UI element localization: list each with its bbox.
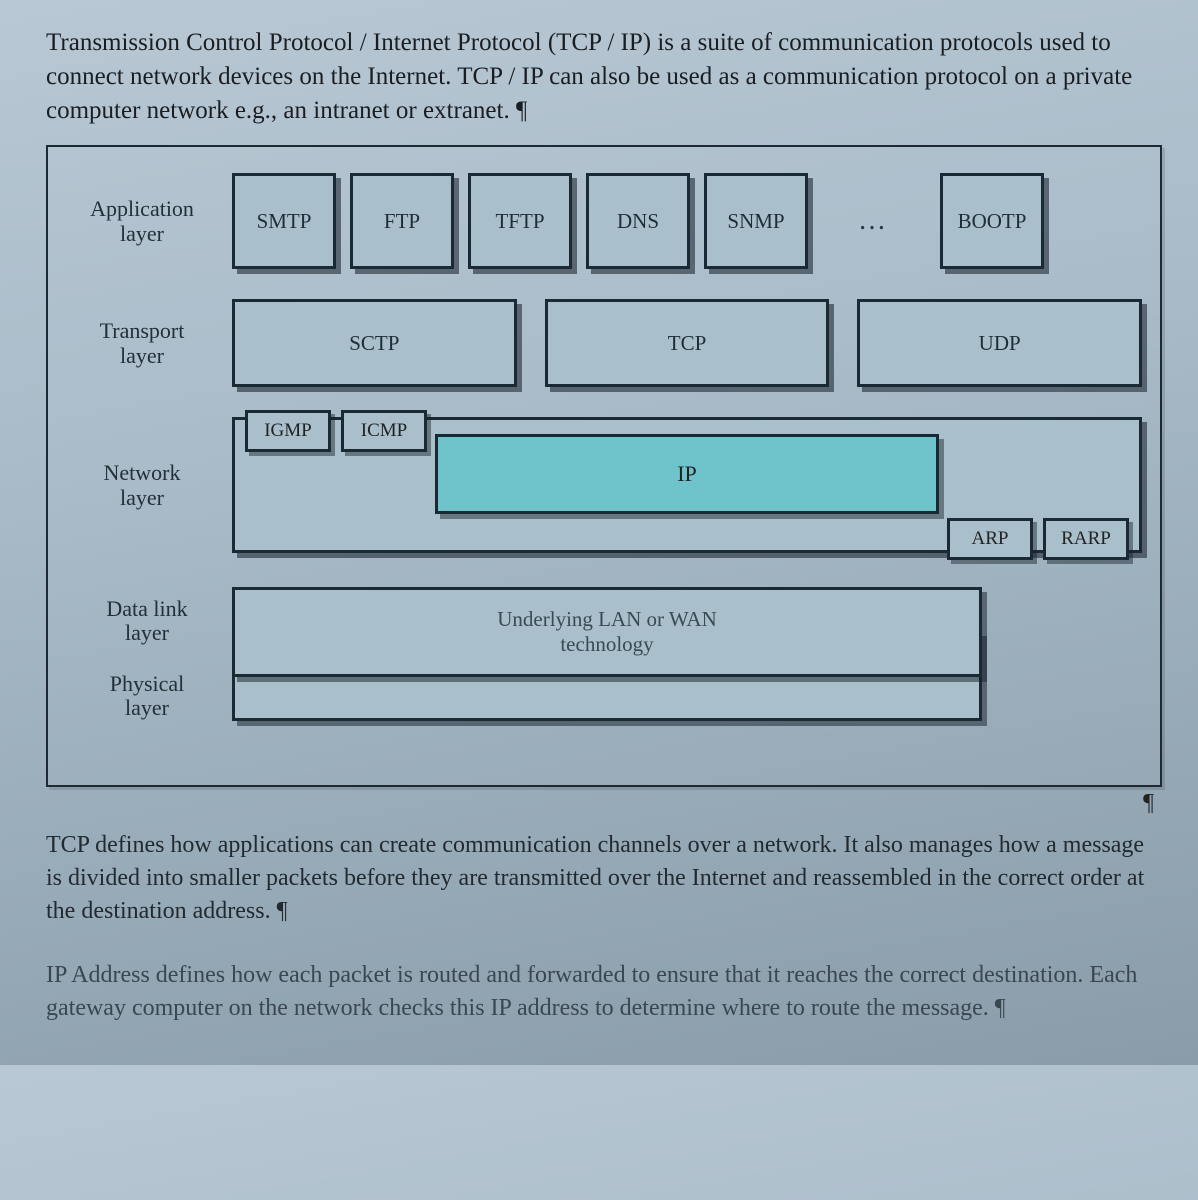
intro-paragraph: Transmission Control Protocol / Internet… bbox=[46, 26, 1162, 127]
transport-protocols: SCTP TCP UDP bbox=[232, 299, 1142, 387]
application-protocols: SMTP FTP TFTP DNS SNMP … BOOTP bbox=[232, 173, 1142, 269]
underlying-box-front: Underlying LAN or WAN technology bbox=[232, 587, 982, 677]
sctp-box: SCTP bbox=[232, 299, 517, 387]
bootp-box: BOOTP bbox=[940, 173, 1044, 269]
snmp-box: SNMP bbox=[704, 173, 808, 269]
igmp-box: IGMP bbox=[245, 410, 331, 452]
dns-box: DNS bbox=[586, 173, 690, 269]
arp-box: ARP bbox=[947, 518, 1033, 560]
udp-box: UDP bbox=[857, 299, 1142, 387]
transport-layer-label: Transport layer bbox=[62, 299, 232, 387]
pilcrow-icon: ¶ bbox=[1143, 790, 1154, 817]
network-protocols: IGMP ICMP IP ARP RARP bbox=[232, 417, 1142, 553]
underlying-technology: Underlying LAN or WAN technology bbox=[232, 583, 1142, 733]
icmp-box: ICMP bbox=[341, 410, 427, 452]
tcpip-layer-diagram: Application layer SMTP FTP TFTP DNS SNMP… bbox=[46, 145, 1162, 787]
application-layer-row: Application layer SMTP FTP TFTP DNS SNMP… bbox=[62, 173, 1142, 269]
network-container-box: IGMP ICMP IP ARP RARP bbox=[232, 417, 1142, 553]
network-layer-label: Network layer bbox=[62, 417, 232, 553]
ip-box: IP bbox=[435, 434, 939, 514]
rarp-box: RARP bbox=[1043, 518, 1129, 560]
ip-paragraph: IP Address defines how each packet is ro… bbox=[46, 959, 1162, 1025]
tftp-box: TFTP bbox=[468, 173, 572, 269]
transport-layer-row: Transport layer SCTP TCP UDP bbox=[62, 299, 1142, 387]
physical-layer-label: Physical layer bbox=[62, 668, 232, 724]
ftp-box: FTP bbox=[350, 173, 454, 269]
application-layer-label: Application layer bbox=[62, 173, 232, 269]
datalink-physical-row: Data link layer Physical layer Underlyin… bbox=[62, 583, 1142, 733]
ellipsis-icon: … bbox=[822, 173, 926, 269]
network-layer-row: Network layer IGMP ICMP IP ARP RARP bbox=[62, 417, 1142, 553]
datalink-layer-label: Data link layer bbox=[62, 593, 232, 649]
tcp-box: TCP bbox=[545, 299, 830, 387]
smtp-box: SMTP bbox=[232, 173, 336, 269]
tcp-paragraph: TCP defines how applications can create … bbox=[46, 829, 1162, 928]
